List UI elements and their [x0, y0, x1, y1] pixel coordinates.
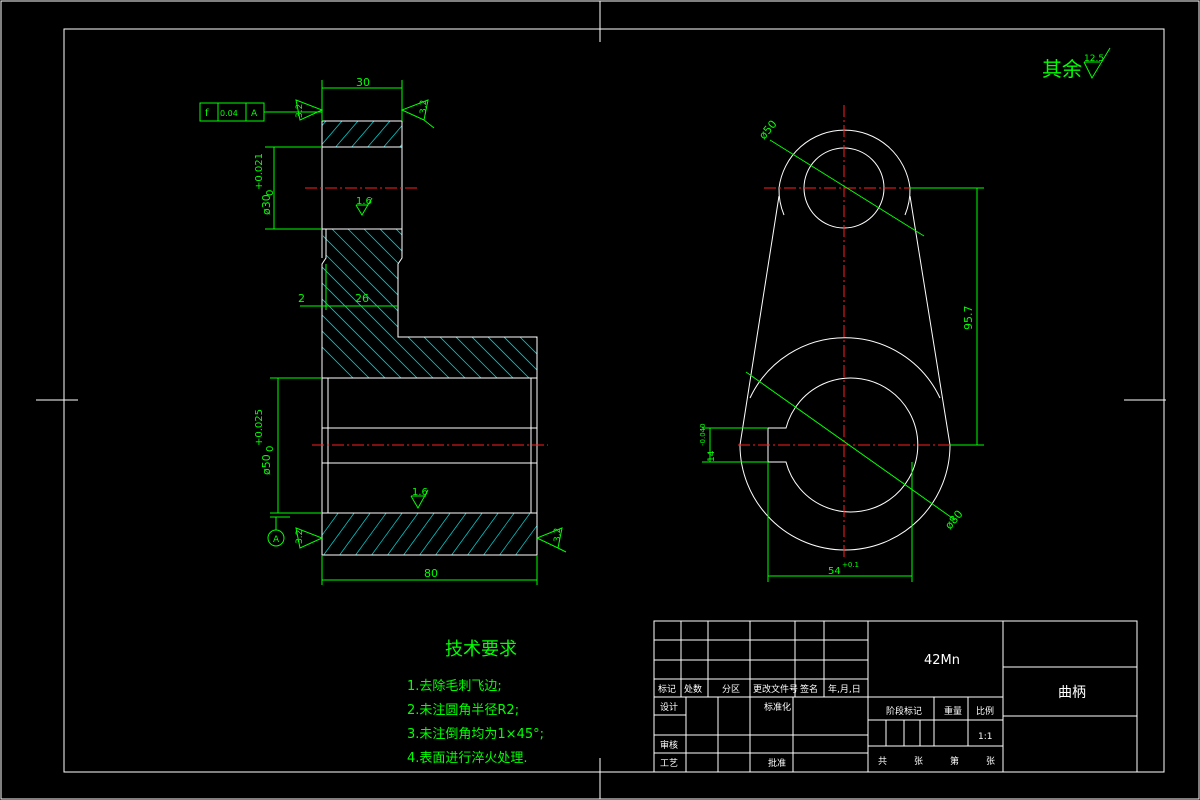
row-label-count: 处数 [684, 683, 702, 695]
front-view-dimensions: ø50 ø80 95.7 14 -0.040 54 +0.1 [699, 118, 984, 582]
dim-shoulder: 26 [355, 292, 369, 305]
dim-large-circle: ø80 [942, 508, 965, 532]
sheet-unit-label: 张 [986, 756, 995, 767]
front-view [738, 105, 970, 560]
engineering-drawing: 其余 12.5 30 80 26 2 ø30 +0.021 0 ø50 +0.0… [0, 0, 1200, 800]
stage-mark-label: 阶段标记 [886, 705, 922, 717]
technical-requirements: 技术要求 1.去除毛刺飞边; 2.未注圆角半径R2; 3.未注倒角均为1×45°… [407, 639, 544, 766]
tech-req-item-2: 2.未注圆角半径R2; [407, 703, 519, 718]
dim-center-distance: 95.7 [962, 306, 975, 331]
dim-large-bore-tol-low: 0 [265, 446, 276, 452]
roughness-inner-2: 1.6 [412, 487, 428, 498]
dim-key-tol: -0.040 [699, 423, 707, 446]
tech-req-item-3: 3.未注倒角均为1×45°; [407, 727, 544, 742]
dim-small-circle: ø50 [756, 118, 779, 142]
weight-label: 重量 [944, 705, 962, 717]
section-dimensions: 30 80 26 2 ø30 +0.021 0 ø50 +0.025 0 1.6… [199, 76, 567, 585]
tolerance-datum: A [251, 109, 258, 119]
review-label: 审核 [660, 739, 678, 751]
process-label: 工艺 [660, 758, 678, 769]
dim-top-width: 30 [356, 76, 370, 89]
dim-bottom-width: 80 [424, 567, 438, 580]
remaining-roughness: 其余 12.5 [1042, 47, 1111, 81]
tolerance-value: 0.04 [220, 109, 238, 118]
material: 42Mn [924, 653, 960, 668]
dim-small-bore-tol-low: 0 [265, 190, 276, 196]
title-block: 42Mn 曲柄 标记 处数 分区 更改文件号 签名 年,月,日 设计 标准化 审… [653, 620, 1138, 773]
row-label-date: 年,月,日 [828, 683, 861, 695]
dim-large-bore-tol: +0.025 [254, 409, 265, 446]
row-label-change: 更改文件号 [753, 683, 798, 695]
approve-label: 批准 [768, 757, 786, 769]
scale-label: 比例 [976, 705, 994, 717]
roughness-face-tr: 3.2 [419, 100, 429, 114]
row-label-zone: 分区 [722, 684, 740, 695]
sheet-border [0, 0, 1200, 800]
roughness-inner-1: 1.6 [356, 196, 372, 207]
part-name: 曲柄 [1058, 685, 1086, 701]
dim-hub-tol: +0.1 [842, 561, 859, 569]
row-label-mark: 标记 [658, 683, 676, 695]
tolerance-symbol: f [205, 108, 209, 119]
datum-label: A [273, 535, 280, 545]
dim-small-bore-tol: +0.021 [254, 153, 265, 190]
dim-large-bore: ø50 [260, 454, 273, 475]
roughness-face-br: 3.2 [553, 528, 563, 542]
design-label: 设计 [660, 701, 678, 713]
remaining-roughness-value: 12.5 [1084, 54, 1104, 64]
hatch-top [322, 121, 402, 147]
tech-req-item-4: 4.表面进行淬火处理. [407, 751, 528, 766]
sheets-unit-label: 张 [914, 756, 923, 767]
dim-hub: 54 [828, 566, 841, 577]
dim-offset: 2 [298, 292, 305, 305]
dim-key-width: 14 [707, 450, 717, 462]
remaining-roughness-label: 其余 [1042, 57, 1082, 81]
tech-req-title: 技术要求 [445, 639, 517, 660]
tech-req-item-1: 1.去除毛刺飞边; [407, 679, 502, 694]
hatch-body [322, 229, 537, 378]
sheets-total-label: 共 [878, 756, 887, 767]
row-label-sign: 签名 [800, 683, 818, 695]
roughness-face-bl: 3.2 [295, 530, 305, 544]
scale-value: 1:1 [978, 732, 992, 742]
dim-small-bore: ø30 [260, 194, 273, 215]
roughness-face-tl: 3.2 [295, 104, 305, 118]
standardize-label: 标准化 [764, 701, 791, 713]
sheet-no-label: 第 [950, 755, 959, 767]
datum-a: A [267, 516, 290, 547]
